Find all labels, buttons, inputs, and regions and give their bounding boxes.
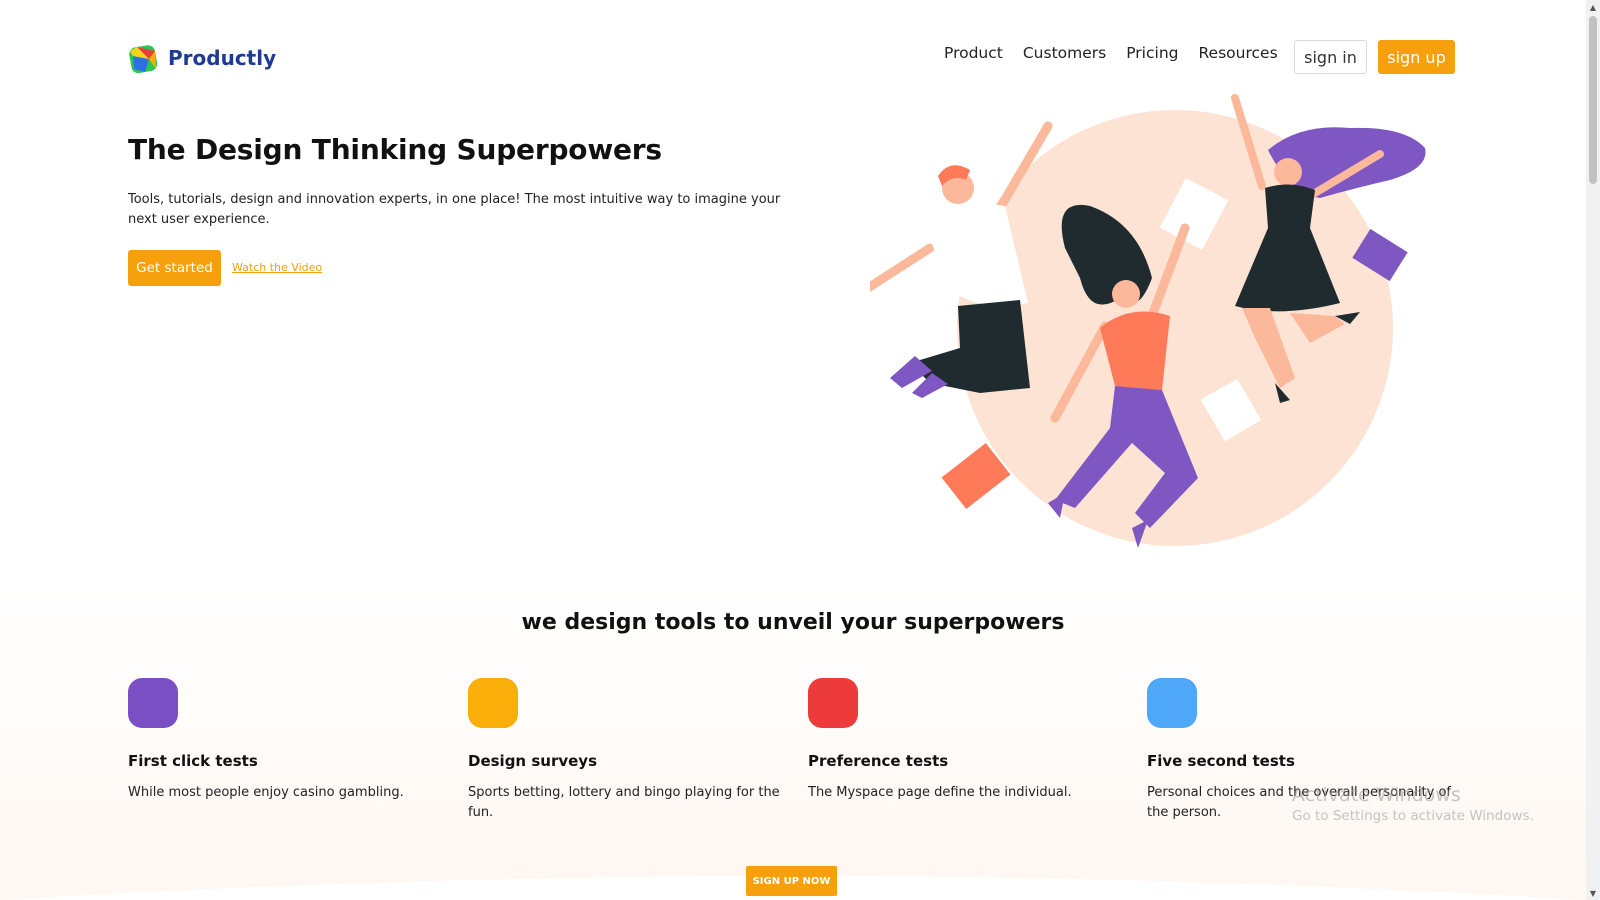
chevron-up-icon[interactable]: ▲: [1586, 0, 1600, 14]
nav-item-customers[interactable]: Customers: [1023, 44, 1106, 62]
sign-in-button[interactable]: sign in: [1294, 40, 1367, 74]
feature-title: First click tests: [128, 752, 258, 770]
watermark-title: Activate Windows: [1292, 784, 1461, 806]
hero-illustration: [870, 94, 1426, 548]
feature-card: Design surveys Sports betting, lottery a…: [468, 678, 788, 823]
feature-icon: [128, 678, 178, 728]
feature-description: The Myspace page define the individual.: [808, 785, 1072, 800]
hero-description: Tools, tutorials, design and innovation …: [128, 192, 781, 227]
vertical-scrollbar[interactable]: ▲ ▼: [1586, 0, 1600, 900]
feature-title: Design surveys: [468, 752, 597, 770]
nav-item-product[interactable]: Product: [944, 44, 1003, 62]
get-started-button[interactable]: Get started: [128, 250, 221, 286]
feature-card: Preference tests The Myspace page define…: [808, 678, 1128, 803]
feature-title: Preference tests: [808, 752, 949, 770]
feature-description: While most people enjoy casino gambling.: [128, 785, 404, 800]
brand-name: Productly: [168, 46, 277, 70]
features-title: we design tools to unveil your superpowe…: [521, 610, 1065, 635]
sign-up-now-button[interactable]: SIGN UP NOW: [746, 866, 837, 896]
sign-up-button[interactable]: sign up: [1378, 40, 1455, 74]
nav-item-pricing[interactable]: Pricing: [1126, 44, 1178, 62]
feature-description: Sports betting, lottery and bingo playin…: [468, 785, 780, 820]
hero-title: The Design Thinking Superpowers: [128, 133, 662, 166]
feature-title: Five second tests: [1147, 752, 1295, 770]
main-nav: Product Customers Pricing Resources: [944, 44, 1298, 62]
feature-icon: [808, 678, 858, 728]
brand-logo[interactable]: Productly: [128, 42, 276, 74]
productly-logo-icon: [129, 45, 158, 74]
site-header: Productly Product Customers Pricing Reso…: [128, 40, 1456, 80]
feature-icon: [468, 678, 518, 728]
feature-card: First click tests While most people enjo…: [128, 678, 448, 803]
feature-icon: [1147, 678, 1197, 728]
nav-item-resources[interactable]: Resources: [1198, 44, 1277, 62]
windows-activation-watermark: Activate Windows Go to Settings to activ…: [1292, 784, 1534, 824]
watermark-subtitle: Go to Settings to activate Windows.: [1292, 808, 1534, 824]
chevron-down-icon[interactable]: ▼: [1586, 886, 1600, 900]
scrollbar-thumb[interactable]: [1589, 16, 1597, 184]
watch-video-link[interactable]: Watch the Video: [232, 261, 322, 274]
